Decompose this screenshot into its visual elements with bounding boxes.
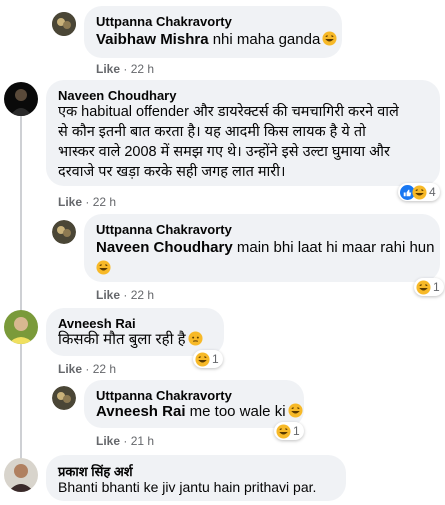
avatar[interactable] bbox=[4, 310, 38, 344]
comment-text-line: दरवाजे पर खड़ा करके सही जगह लात मारी। bbox=[58, 164, 286, 180]
reaction-count: 1 bbox=[212, 352, 219, 366]
comment-meta: Like · 22 h bbox=[58, 195, 117, 209]
comment-text: Bhanti bhanti ke jiv jantu hain prithavi… bbox=[58, 479, 317, 495]
like-button[interactable]: Like bbox=[96, 62, 120, 76]
comment-meta: Like · 22 h bbox=[96, 62, 155, 76]
commenter-name[interactable]: Naveen Choudhary bbox=[58, 88, 176, 103]
avatar[interactable] bbox=[52, 12, 76, 36]
mention-link[interactable]: Naveen Choudhary bbox=[96, 239, 233, 256]
laughing-emoji-icon bbox=[288, 403, 303, 418]
haha-reaction-icon bbox=[416, 279, 431, 295]
like-button[interactable]: Like bbox=[96, 434, 120, 448]
haha-reaction-icon bbox=[195, 351, 210, 367]
avatar[interactable] bbox=[4, 458, 38, 492]
reaction-summary[interactable]: 1 bbox=[193, 350, 223, 368]
comment-meta: Like · 21 h bbox=[96, 434, 155, 448]
comment-text-line: भास्कर वाले 2008 में समझ गए थे। उन्होंने… bbox=[58, 144, 390, 160]
commenter-name[interactable]: Avneesh Rai bbox=[58, 316, 136, 331]
commenter-name[interactable]: Uttpanna Chakravorty bbox=[96, 388, 232, 403]
like-button[interactable]: Like bbox=[96, 288, 120, 302]
comment-meta: Like · 22 h bbox=[96, 288, 155, 302]
laughing-emoji-icon bbox=[96, 260, 111, 275]
comment-text-line: से कौन इतनी बात करता है। यह आदमी किस लाय… bbox=[58, 124, 366, 140]
timestamp[interactable]: 22 h bbox=[93, 362, 116, 376]
timestamp[interactable]: 22 h bbox=[93, 195, 116, 209]
avatar[interactable] bbox=[52, 386, 76, 410]
reaction-count: 1 bbox=[433, 280, 440, 294]
timestamp[interactable]: 22 h bbox=[131, 62, 154, 76]
reaction-count: 1 bbox=[293, 424, 300, 438]
like-button[interactable]: Like bbox=[58, 195, 82, 209]
thread-line bbox=[20, 112, 22, 492]
comment-meta: Like · 22 h bbox=[58, 362, 117, 376]
avatar[interactable] bbox=[52, 220, 76, 244]
mention-link[interactable]: Vaibhaw Mishra bbox=[96, 31, 209, 48]
commenter-name[interactable]: Uttpanna Chakravorty bbox=[96, 222, 232, 237]
comment-text: Avneesh Rai me too wale ki bbox=[96, 402, 303, 422]
haha-reaction-icon bbox=[412, 184, 427, 200]
haha-reaction-icon bbox=[276, 423, 291, 439]
reaction-summary[interactable]: 1 bbox=[414, 278, 444, 296]
mention-link[interactable]: Avneesh Rai bbox=[96, 403, 185, 420]
like-button[interactable]: Like bbox=[58, 362, 82, 376]
reaction-count: 4 bbox=[429, 185, 436, 199]
timestamp[interactable]: 22 h bbox=[131, 288, 154, 302]
laughing-emoji-icon bbox=[322, 31, 337, 46]
comment-text: Naveen Choudhary main bhi laat hi maar r… bbox=[96, 239, 435, 256]
reaction-summary[interactable]: 4 bbox=[398, 183, 440, 201]
avatar[interactable] bbox=[4, 82, 38, 116]
comment-text: Vaibhaw Mishra nhi maha ganda bbox=[96, 30, 337, 50]
comment-text-line: एक habitual offender और डायरेक्टर्स की च… bbox=[58, 104, 399, 120]
reaction-summary[interactable]: 1 bbox=[274, 422, 304, 440]
comment-text: किसकी मौत बुला रही है bbox=[58, 330, 203, 350]
face-emoji-icon bbox=[188, 331, 203, 346]
commenter-name[interactable]: Uttpanna Chakravorty bbox=[96, 14, 232, 29]
timestamp[interactable]: 21 h bbox=[131, 434, 154, 448]
